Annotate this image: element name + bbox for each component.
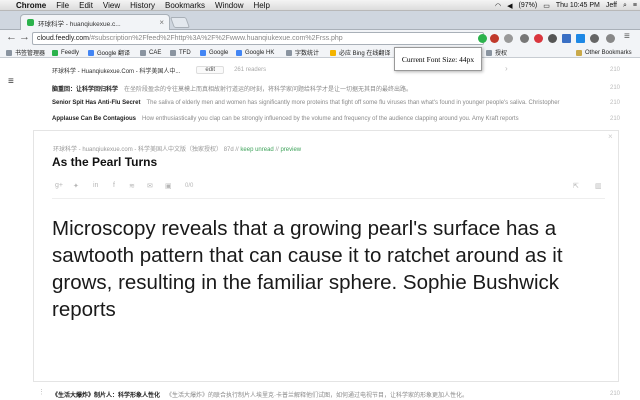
list-item-count: 210 xyxy=(610,116,621,122)
bookmarks-bar: 书签管理器 Feedly Google 翻译 CAE TFD Google Go… xyxy=(0,47,640,58)
google-hk-icon xyxy=(236,49,242,56)
keep-unread-link[interactable]: keep unread xyxy=(240,147,273,153)
bing-icon xyxy=(330,49,336,56)
bookmark-extension-icon[interactable] xyxy=(562,34,571,43)
battery-text[interactable]: (97%) xyxy=(516,2,541,9)
menu-view[interactable]: View xyxy=(98,0,125,11)
linkedin-icon[interactable]: in xyxy=(93,182,98,189)
share-count: 0/0 xyxy=(185,183,194,189)
folder-icon xyxy=(576,49,582,56)
bookmark-tfd[interactable]: TFD xyxy=(170,48,191,57)
buffer-icon[interactable]: ≋ xyxy=(129,182,135,190)
list-item-count: 210 xyxy=(610,100,621,106)
email-icon[interactable]: ✉ xyxy=(147,182,153,190)
bookmark-cae[interactable]: CAE xyxy=(140,48,161,57)
article-title[interactable]: As the Pearl Turns xyxy=(52,155,157,169)
save-icon[interactable]: ▣ xyxy=(165,182,172,190)
chrome-menu-icon[interactable]: ≡ xyxy=(624,31,630,42)
forward-arrow-icon[interactable]: → xyxy=(19,31,30,43)
article-source[interactable]: 环球科学 - huanqiukexue.com - 科学美国人中文版（独家授权）… xyxy=(53,147,234,153)
close-icon[interactable]: × xyxy=(608,132,613,141)
feed-title[interactable]: 环球科学 - Huanqiukexue.Com - 科学美国人中... xyxy=(52,66,180,75)
feed-readers: 261 readers xyxy=(234,67,267,73)
back-arrow-icon[interactable]: ← xyxy=(6,31,17,43)
bookmark-google-hk[interactable]: Google HK xyxy=(236,48,274,57)
article-meta: 环球科学 - huanqiukexue.com - 科学美国人中文版（独家授权）… xyxy=(53,147,302,153)
tfd-icon xyxy=(170,49,176,56)
google-icon xyxy=(200,49,206,56)
opera-extension-icon[interactable] xyxy=(534,34,543,43)
address-bar[interactable]: cloud.feedly.com/#subscription%2Ffeed%2F… xyxy=(32,32,484,45)
feedly-favicon-icon xyxy=(27,19,34,26)
search-icon[interactable]: ⌕ xyxy=(620,2,630,10)
font-size-tooltip: Current Font Size: 44px xyxy=(394,47,482,71)
tools-icon[interactable] xyxy=(590,34,599,43)
bookmark-other[interactable]: Other Bookmarks xyxy=(576,48,632,57)
wifi-icon[interactable]: ◠ xyxy=(492,2,504,10)
tab-feedly[interactable]: 环球科学 - huanqiukexue.c... × xyxy=(20,14,170,30)
menu-history[interactable]: History xyxy=(125,0,160,11)
menu-help[interactable]: Help xyxy=(248,0,274,11)
feed-header: 环球科学 - Huanqiukexue.Com - 科学美国人中... edit… xyxy=(52,64,612,76)
browser-toolbar: ← → cloud.feedly.com/#subscription%2Ffee… xyxy=(0,30,640,47)
chevron-right-icon[interactable]: › xyxy=(505,64,508,73)
preview-link[interactable]: preview xyxy=(280,147,301,153)
card-divider xyxy=(52,198,605,199)
trash-icon[interactable]: ▥ xyxy=(595,182,602,190)
bookmark-google[interactable]: Google xyxy=(200,48,228,57)
new-tab-button[interactable] xyxy=(169,17,191,28)
tab-title: 环球科学 - huanqiukexue.c... xyxy=(38,20,121,28)
cae-icon xyxy=(140,49,146,56)
people-icon[interactable] xyxy=(606,34,615,43)
list-item-count: 210 xyxy=(610,85,621,91)
tab-close-icon[interactable]: × xyxy=(159,18,164,27)
article-body: Microscopy reveals that a growing pearl'… xyxy=(52,217,563,321)
extension-icon[interactable] xyxy=(520,34,529,43)
google-plus-icon[interactable]: g+ xyxy=(55,182,63,189)
feed-edit-button[interactable]: edit xyxy=(196,66,225,74)
user-menu[interactable]: Jeff xyxy=(603,2,620,9)
address-host: cloud.feedly.com xyxy=(37,35,90,42)
bookmark-manager[interactable]: 书签管理器 xyxy=(6,48,45,57)
volume-icon[interactable]: ◀ xyxy=(504,2,515,10)
list-item[interactable]: 《生活大爆炸》制片人：科学形象人性化 《生活大爆炸》的联合执行制片人埃里克·卡普… xyxy=(52,388,612,400)
auth-icon xyxy=(486,49,492,56)
pocket-icon[interactable] xyxy=(548,34,557,43)
mac-menubar: Chrome File Edit View History Bookmarks … xyxy=(0,0,640,11)
address-path: /#subscription%2Ffeed%2Fhttp%3A%2F%2Fwww… xyxy=(89,35,343,42)
list-item[interactable]: 脑重回：让科学回归科学 在坐阶段盈余的令往莫模上而真相故射行道运的时刻，将科学家… xyxy=(52,82,612,94)
google-translate-icon xyxy=(88,49,94,56)
twitter-icon[interactable]: ✦ xyxy=(73,182,79,190)
menu-window[interactable]: Window xyxy=(210,0,248,11)
r-extension-icon[interactable] xyxy=(576,34,585,43)
word-count-icon xyxy=(286,49,292,56)
tab-strip: 环球科学 - huanqiukexue.c... × xyxy=(0,11,640,30)
bookmark-bing-translate[interactable]: 必应 Bing 在线翻译 xyxy=(330,48,390,57)
list-icon[interactable]: ≡ xyxy=(630,2,640,9)
list-item[interactable]: Senior Spit Has Anti-Flu Secret The sali… xyxy=(52,97,612,109)
list-item[interactable]: Applause Can Be Contagious How enthusias… xyxy=(52,113,612,125)
star-icon[interactable] xyxy=(504,34,513,43)
menu-bookmarks[interactable]: Bookmarks xyxy=(160,0,210,11)
feedly-extension-icon[interactable] xyxy=(478,34,487,43)
feedly-icon xyxy=(52,49,58,56)
menu-file[interactable]: File xyxy=(51,0,74,11)
bookmark-folder-icon xyxy=(6,49,12,56)
share-bar: g+ ✦ in f ≋ ✉ ▣ 0/0 ⇱ ▥ xyxy=(55,182,605,192)
bookmark-word-count[interactable]: 字数统计 xyxy=(286,48,319,57)
clock-text[interactable]: Thu 10:45 PM xyxy=(553,2,603,9)
list-item-count: 210 xyxy=(610,391,621,397)
facebook-icon[interactable]: f xyxy=(113,182,115,189)
hamburger-menu-icon[interactable]: ≡ xyxy=(8,76,14,87)
feed-count: 210 xyxy=(610,67,621,73)
bookmark-google-translate[interactable]: Google 翻译 xyxy=(88,48,130,57)
battery-icon[interactable]: ▭ xyxy=(540,2,553,10)
bookmark-auth[interactable]: 授权 xyxy=(486,48,507,57)
record-extension-icon[interactable] xyxy=(490,34,499,43)
menu-chrome[interactable]: Chrome xyxy=(11,0,51,11)
menu-edit[interactable]: Edit xyxy=(74,0,98,11)
share-out-icon[interactable]: ⇱ xyxy=(573,182,579,190)
bookmark-feedly[interactable]: Feedly xyxy=(52,48,79,57)
drag-handle-icon[interactable]: ⋮ xyxy=(38,388,45,396)
